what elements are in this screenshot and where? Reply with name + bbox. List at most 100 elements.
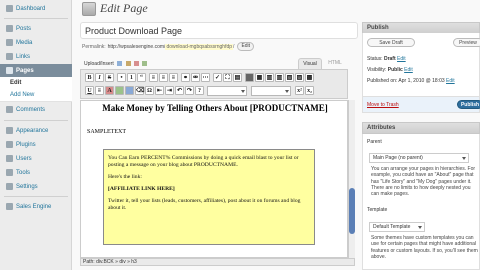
bold-button[interactable]: B xyxy=(85,73,94,82)
status-value: Draft xyxy=(383,56,396,62)
special-char-icon[interactable]: Ω xyxy=(145,86,154,95)
attributes-box-header[interactable]: Attributes xyxy=(362,122,480,134)
text-color-icon[interactable]: A xyxy=(105,86,114,95)
menu-item-dashboard[interactable]: Dashboard xyxy=(0,2,72,15)
align-left-icon[interactable]: ≡ xyxy=(149,73,158,82)
comments-icon xyxy=(6,106,13,113)
menu-item-settings[interactable]: Settings xyxy=(0,180,72,193)
link-icon[interactable]: ⚭ xyxy=(181,73,190,82)
plugins-icon xyxy=(6,141,13,148)
menu-item-plugins[interactable]: Plugins xyxy=(0,138,72,151)
affiliate-paragraph-2[interactable]: Here's the link: xyxy=(108,174,310,181)
pages-icon xyxy=(6,67,13,74)
menu-separator xyxy=(4,196,68,197)
menu-item-appearance[interactable]: Appearance xyxy=(0,124,72,137)
chevron-down-icon xyxy=(241,90,245,93)
affiliate-link-placeholder[interactable]: [AFFILIATE LINK HERE] xyxy=(108,186,175,192)
indent-icon[interactable]: ⇥ xyxy=(165,86,174,95)
menu-separator xyxy=(4,120,68,121)
submenu-item-add-new[interactable]: Add New xyxy=(0,89,72,102)
menu-item-posts[interactable]: Posts xyxy=(0,22,72,35)
visibility-edit-link[interactable]: Edit xyxy=(404,67,413,73)
unlink-icon[interactable]: ⚮ xyxy=(191,73,200,82)
affiliate-paragraph-1[interactable]: You Can Earn PERCENT% Commissions by doi… xyxy=(108,155,310,169)
menu-item-tools[interactable]: Tools xyxy=(0,166,72,179)
parent-select[interactable]: Main Page (no parent) xyxy=(369,153,469,163)
move-to-trash-link[interactable]: Move to Trash xyxy=(367,102,399,108)
superscript-icon[interactable]: x² xyxy=(295,86,304,95)
spellcheck-icon[interactable]: ✓ xyxy=(213,73,222,82)
paste-text-icon[interactable] xyxy=(115,86,124,95)
help-icon[interactable]: ? xyxy=(195,86,204,95)
merge-icon[interactable]: ▨ xyxy=(295,73,304,82)
split-icon[interactable]: ▩ xyxy=(305,73,314,82)
chevron-down-icon xyxy=(418,226,422,229)
align-right-icon[interactable]: ≡ xyxy=(169,73,178,82)
subscript-icon[interactable]: x₂ xyxy=(305,86,314,95)
justify-icon[interactable]: ≡ xyxy=(95,86,104,95)
editor-scrollbar[interactable] xyxy=(348,100,355,258)
strikethrough-button[interactable]: S xyxy=(105,73,114,82)
post-title-input[interactable] xyxy=(80,22,358,39)
affiliate-paragraph-3[interactable]: Twitter it, tell your lists (leads, cust… xyxy=(108,198,310,212)
redo-icon[interactable]: ↷ xyxy=(185,86,194,95)
add-video-icon[interactable] xyxy=(125,61,131,67)
published-row: Published on: Apr 1, 2010 @ 18:03 Edit xyxy=(367,78,455,84)
remove-format-icon[interactable]: ⌫ xyxy=(135,86,144,95)
content-heading[interactable]: Make Money by Telling Others About [PROD… xyxy=(81,103,347,113)
add-image-icon[interactable] xyxy=(117,61,123,67)
more-tag-icon[interactable]: ⋯ xyxy=(201,73,210,82)
published-date: Published on: Apr 1, 2010 @ 18:03 xyxy=(367,78,445,84)
menu-item-comments[interactable]: Comments xyxy=(0,103,72,116)
publish-button[interactable]: Publish xyxy=(457,100,480,109)
media-icon xyxy=(6,39,13,46)
tab-html[interactable]: HTML xyxy=(324,58,346,69)
links-icon xyxy=(6,53,13,60)
menu-item-sales-engine[interactable]: Sales Engine xyxy=(0,200,72,213)
template-select[interactable]: Default Template xyxy=(369,222,425,232)
menu-item-links[interactable]: Links xyxy=(0,50,72,63)
permalink-end: / xyxy=(233,43,235,50)
editor-content[interactable]: Make Money by Telling Others About [PROD… xyxy=(80,100,348,258)
italic-button[interactable]: I xyxy=(95,73,104,82)
scroll-thumb[interactable] xyxy=(349,188,355,234)
image-icon[interactable] xyxy=(245,73,254,82)
undo-icon[interactable]: ↶ xyxy=(175,86,184,95)
permalink: Permalink: http://wpsalesengine.com/down… xyxy=(82,42,255,51)
save-draft-button[interactable]: Save Draft xyxy=(367,38,415,47)
paste-word-icon[interactable] xyxy=(125,86,134,95)
template-help-text: Some themes have custom templates you ca… xyxy=(371,235,478,260)
format-select[interactable] xyxy=(207,86,247,96)
outdent-icon[interactable]: ⇤ xyxy=(155,86,164,95)
edit-page-icon xyxy=(82,2,96,16)
bullet-list-icon[interactable]: • xyxy=(117,73,126,82)
template-label: Template xyxy=(367,207,388,213)
tab-visual[interactable]: Visual xyxy=(298,58,322,69)
publish-footer: Move to Trash Publish xyxy=(362,96,480,113)
font-size-select[interactable] xyxy=(251,86,291,96)
permalink-edit-button[interactable]: Edit xyxy=(237,42,255,51)
affiliate-box[interactable]: You Can Earn PERCENT% Commissions by doi… xyxy=(103,149,315,245)
menu-item-media[interactable]: Media xyxy=(0,36,72,49)
align-center-icon[interactable]: ≡ xyxy=(159,73,168,82)
menu-item-pages[interactable]: Pages xyxy=(0,64,72,77)
kitchen-sink-icon[interactable]: ▤ xyxy=(233,73,242,82)
row-icon[interactable]: ▥ xyxy=(265,73,274,82)
visibility-row: Visibility: Public Edit xyxy=(367,67,413,73)
add-media-icon[interactable] xyxy=(142,61,148,67)
status-edit-link[interactable]: Edit xyxy=(397,56,406,62)
blockquote-icon[interactable]: “ xyxy=(137,73,146,82)
column-icon[interactable]: ▥ xyxy=(275,73,284,82)
add-audio-icon[interactable] xyxy=(133,61,139,67)
menu-separator xyxy=(4,18,68,19)
preview-button[interactable]: Preview xyxy=(453,38,480,47)
underline-button[interactable]: U xyxy=(85,86,94,95)
sample-text[interactable]: SAMPLETEXT xyxy=(87,129,126,135)
published-edit-link[interactable]: Edit xyxy=(446,78,455,84)
permalink-slug[interactable]: download-mgbqsabssrnghfdp xyxy=(165,43,234,50)
menu-item-users[interactable]: Users xyxy=(0,152,72,165)
cell-icon[interactable]: ▧ xyxy=(285,73,294,82)
fullscreen-icon[interactable]: ⛶ xyxy=(223,73,232,82)
table-icon[interactable]: ▦ xyxy=(255,73,264,82)
numbered-list-icon[interactable]: 1 xyxy=(127,73,136,82)
